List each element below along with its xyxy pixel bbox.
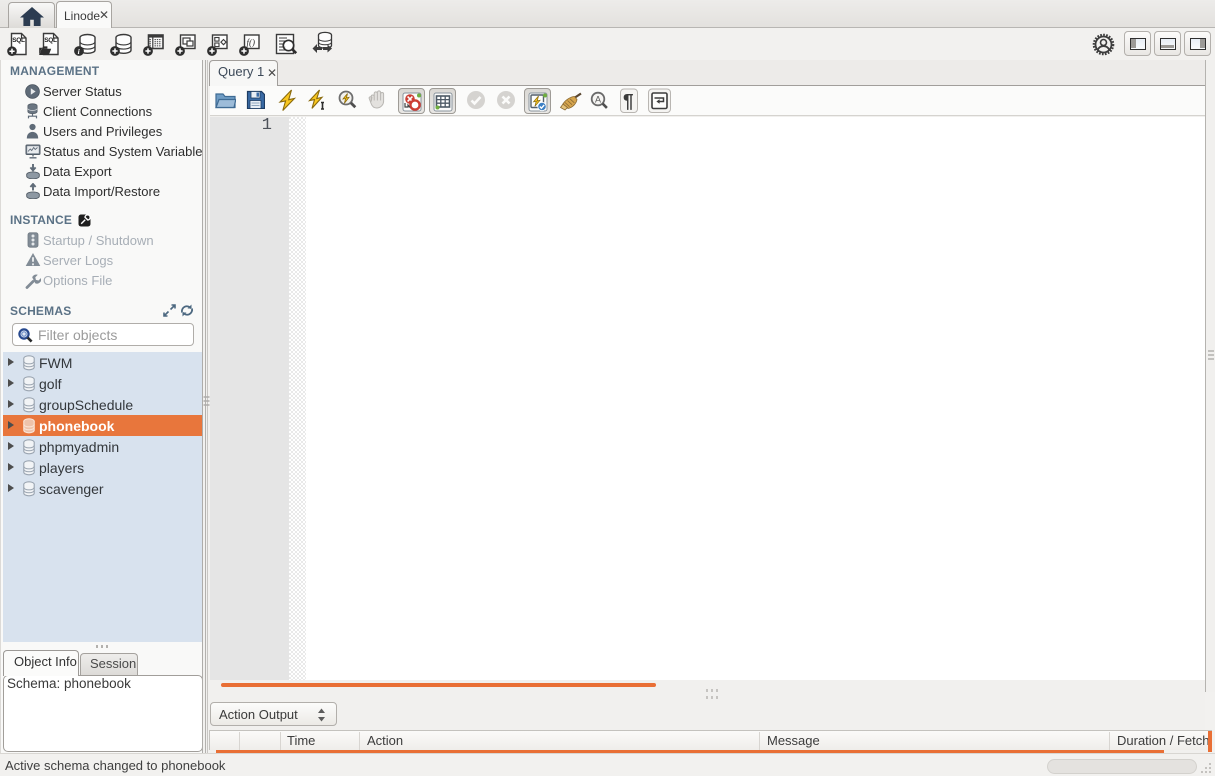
svg-text:SQL: SQL <box>12 37 25 44</box>
svg-text:¶: ¶ <box>623 92 634 113</box>
svg-text:A: A <box>595 95 601 105</box>
svg-text:f(): f() <box>247 38 256 48</box>
svg-text:SQL: SQL <box>44 37 57 44</box>
